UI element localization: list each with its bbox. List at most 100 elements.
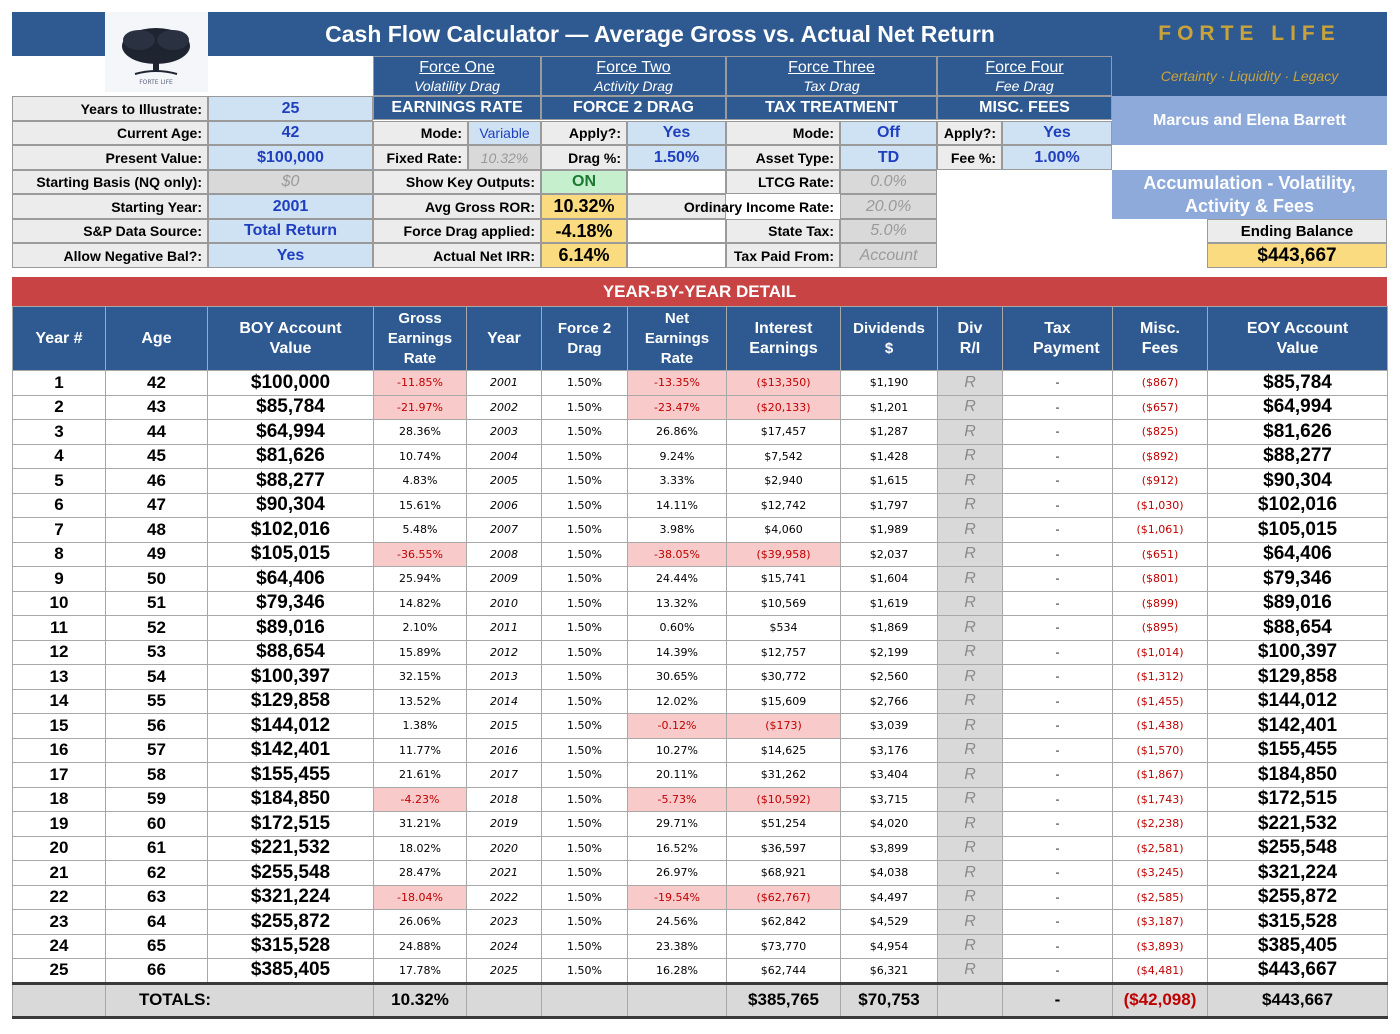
- f3-ordinary-input[interactable]: 20.0%: [840, 194, 937, 219]
- misc-fees: ($867): [1112, 370, 1208, 396]
- totals-row: TOTALS: 10.32% $385,765 $70,753 - ($42,0…: [12, 981, 1388, 1019]
- force-four-header: Force Four Fee Drag: [937, 56, 1112, 96]
- f3-ltcg-label: LTCG Rate:: [726, 170, 840, 194]
- div-ri: R: [937, 762, 1003, 788]
- age: 42: [105, 370, 208, 396]
- table-body: 1 42 $100,000 -11.85% 2001 1.50% -13.35% ($13,3…: [12, 370, 1388, 984]
- f3-ltcg-input[interactable]: 0.0%: [840, 170, 937, 194]
- f4-fee-input[interactable]: 1.00%: [1002, 145, 1112, 170]
- section-misc-fees: MISC. FEES: [937, 96, 1112, 120]
- boy-value: $221,532: [207, 835, 374, 861]
- force2-drag: 1.50%: [541, 786, 628, 812]
- interest-earnings: ($173): [726, 713, 841, 739]
- age: 54: [105, 664, 208, 690]
- div-ri: R: [937, 884, 1003, 910]
- data-source-select[interactable]: Total Return: [208, 219, 373, 243]
- boy-value: $81,626: [207, 443, 374, 469]
- eoy-value: $144,012: [1207, 688, 1388, 714]
- eoy-value: $172,515: [1207, 786, 1388, 812]
- dividends: $3,176: [840, 737, 938, 763]
- dividends: $1,615: [840, 468, 938, 494]
- misc-fees: ($825): [1112, 419, 1208, 445]
- years-input[interactable]: 25: [208, 96, 373, 121]
- f3-paid-select[interactable]: Account: [840, 243, 937, 268]
- calendar-year: 2008: [466, 541, 542, 567]
- calendar-year: 2012: [466, 639, 542, 665]
- f3-paid-label: Tax Paid From:: [726, 243, 840, 268]
- div-ri: R: [937, 566, 1003, 592]
- f3-state-input[interactable]: 5.0%: [840, 219, 937, 243]
- logo-text: FORTE LIFE: [139, 79, 173, 86]
- allow-negative-label: Allow Negative Bal?:: [12, 243, 208, 268]
- net-rate: 14.39%: [627, 639, 727, 665]
- tax-payment: -: [1002, 713, 1113, 739]
- f2-apply-select[interactable]: Yes: [627, 121, 726, 145]
- starting-basis-label: Starting Basis (NQ only):: [12, 170, 208, 194]
- boy-value: $144,012: [207, 713, 374, 739]
- tax-payment: -: [1002, 443, 1113, 469]
- gross-rate: 18.02%: [373, 835, 467, 861]
- show-outputs-toggle[interactable]: ON: [541, 170, 627, 194]
- net-rate: 24.56%: [627, 909, 727, 935]
- eoy-value: $221,532: [1207, 811, 1388, 837]
- show-outputs-label: Show Key Outputs:: [373, 170, 541, 194]
- present-value-input[interactable]: $100,000: [208, 145, 373, 170]
- force-two-subtitle: Activity Drag: [594, 78, 673, 94]
- gross-rate: 4.83%: [373, 468, 467, 494]
- div-ri: R: [937, 419, 1003, 445]
- f1-mode-select[interactable]: Variable: [468, 121, 541, 145]
- interest-earnings: $4,060: [726, 517, 841, 543]
- calendar-year: 2002: [466, 394, 542, 420]
- net-rate: 0.60%: [627, 615, 727, 641]
- year-num: 16: [12, 737, 106, 763]
- starting-year-input[interactable]: 2001: [208, 194, 373, 219]
- dividends: $2,560: [840, 664, 938, 690]
- dividends: $3,039: [840, 713, 938, 739]
- div-ri: R: [937, 443, 1003, 469]
- net-rate: -13.35%: [627, 370, 727, 396]
- years-label: Years to Illustrate:: [12, 96, 208, 121]
- tax-payment: -: [1002, 541, 1113, 567]
- div-ri: R: [937, 492, 1003, 518]
- tax-payment: -: [1002, 394, 1113, 420]
- totals-cell: [541, 981, 628, 1019]
- f4-apply-select[interactable]: Yes: [1002, 121, 1112, 145]
- ending-balance-value: $443,667: [1207, 243, 1387, 268]
- col-header: EOY Account Value: [1207, 306, 1388, 371]
- dividends: $1,190: [840, 370, 938, 396]
- div-ri: R: [937, 688, 1003, 714]
- age: 44: [105, 419, 208, 445]
- col-header: Net Earnings Rate: [627, 306, 727, 371]
- interest-earnings: $10,569: [726, 590, 841, 616]
- calendar-year: 2025: [466, 958, 542, 984]
- age: 55: [105, 688, 208, 714]
- f3-mode-select[interactable]: Off: [840, 121, 937, 145]
- force2-drag: 1.50%: [541, 835, 628, 861]
- table-row: 7 48 $102,016 5.48% 2007 1.50% 3.98% $4,060 $1,9…: [12, 517, 1388, 543]
- misc-fees: ($1,867): [1112, 762, 1208, 788]
- starting-basis-input[interactable]: $0: [208, 170, 373, 194]
- f3-asset-select[interactable]: TD: [840, 145, 937, 170]
- logo: FORTE LIFE: [105, 12, 208, 92]
- dividends: $2,766: [840, 688, 938, 714]
- tax-payment: -: [1002, 688, 1113, 714]
- div-ri: R: [937, 590, 1003, 616]
- force2-drag: 1.50%: [541, 468, 628, 494]
- net-rate: 16.28%: [627, 958, 727, 984]
- boy-value: $315,528: [207, 933, 374, 959]
- force2-drag: 1.50%: [541, 884, 628, 910]
- f1-fixed-input[interactable]: 10.32%: [468, 145, 541, 170]
- table-row: 22 63 $321,224 -18.04% 2022 1.50% -19.54% ($62,…: [12, 884, 1388, 910]
- calendar-year: 2005: [466, 468, 542, 494]
- boy-value: $64,994: [207, 419, 374, 445]
- col-header: Div R/I: [937, 306, 1003, 371]
- year-num: 20: [12, 835, 106, 861]
- allow-negative-select[interactable]: Yes: [208, 243, 373, 268]
- boy-value: $321,224: [207, 884, 374, 910]
- f2-drag-input[interactable]: 1.50%: [627, 145, 726, 170]
- f2-apply-label: Apply?:: [541, 121, 627, 145]
- age-input[interactable]: 42: [208, 121, 373, 145]
- year-num: 6: [12, 492, 106, 518]
- gross-rate: 17.78%: [373, 958, 467, 984]
- tax-payment: -: [1002, 419, 1113, 445]
